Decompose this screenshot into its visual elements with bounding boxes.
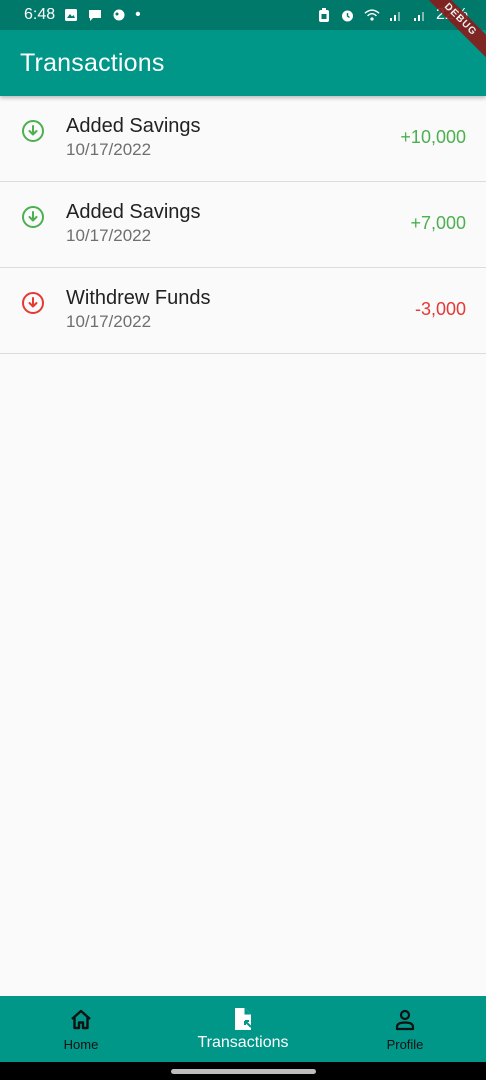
battery-saver-icon: [316, 7, 332, 23]
bottom-nav: Home Transactions Profile: [0, 996, 486, 1062]
nav-label-transactions: Transactions: [197, 1034, 289, 1051]
arrow-down-circle-icon: [21, 291, 45, 315]
wifi-icon: [364, 7, 380, 23]
transaction-title: Withdrew Funds: [66, 287, 211, 309]
transaction-title: Added Savings: [66, 201, 201, 223]
transaction-row[interactable]: Added Savings 10/17/2022 +7,000: [0, 182, 486, 268]
status-bar: 6:48 • 22%: [0, 0, 486, 30]
transaction-title: Added Savings: [66, 115, 201, 137]
arrow-down-circle-icon: [21, 205, 45, 229]
nav-label-profile: Profile: [386, 1036, 424, 1052]
alarm-icon: [340, 7, 356, 23]
transaction-amount: +10,000: [400, 127, 466, 147]
transaction-row[interactable]: Withdrew Funds 10/17/2022 -3,000: [0, 268, 486, 354]
transaction-amount: -3,000: [414, 299, 466, 319]
status-left: 6:48 •: [24, 6, 141, 24]
page-title: Transactions: [20, 48, 165, 77]
nav-item-home[interactable]: Home: [0, 1007, 162, 1052]
app-bar: Transactions: [0, 30, 486, 96]
nav-item-transactions[interactable]: Transactions: [162, 1006, 324, 1052]
transaction-amount: +7,000: [410, 213, 466, 233]
image-icon: [63, 7, 79, 23]
home-icon: [68, 1007, 94, 1033]
transaction-text: Withdrew Funds 10/17/2022: [66, 286, 211, 333]
chat-icon: [87, 7, 103, 23]
battery-percent: 22%: [435, 6, 468, 23]
transaction-date: 10/17/2022: [66, 140, 152, 159]
transaction-text: Added Savings 10/17/2022: [66, 200, 201, 247]
signal-icon: [412, 7, 428, 23]
document-icon: [230, 1006, 256, 1032]
nav-item-profile[interactable]: Profile: [324, 1007, 486, 1052]
transaction-list: Added Savings 10/17/2022 +10,000 Added S…: [0, 96, 486, 354]
transaction-date: 10/17/2022: [66, 226, 152, 245]
nav-label-home: Home: [63, 1036, 99, 1052]
status-dot: •: [135, 6, 141, 23]
transaction-date: 10/17/2022: [66, 312, 152, 331]
transaction-row[interactable]: Added Savings 10/17/2022 +10,000: [0, 96, 486, 182]
status-right: 22%: [316, 6, 468, 24]
status-time: 6:48: [24, 6, 56, 23]
transaction-text: Added Savings 10/17/2022: [66, 114, 201, 161]
home-indicator[interactable]: [171, 1069, 316, 1074]
signal-icon: [388, 7, 404, 23]
system-nav-bar: [0, 1062, 486, 1080]
person-icon: [392, 1007, 418, 1033]
arrow-down-circle-icon: [21, 119, 45, 143]
hand-icon: [111, 7, 127, 23]
